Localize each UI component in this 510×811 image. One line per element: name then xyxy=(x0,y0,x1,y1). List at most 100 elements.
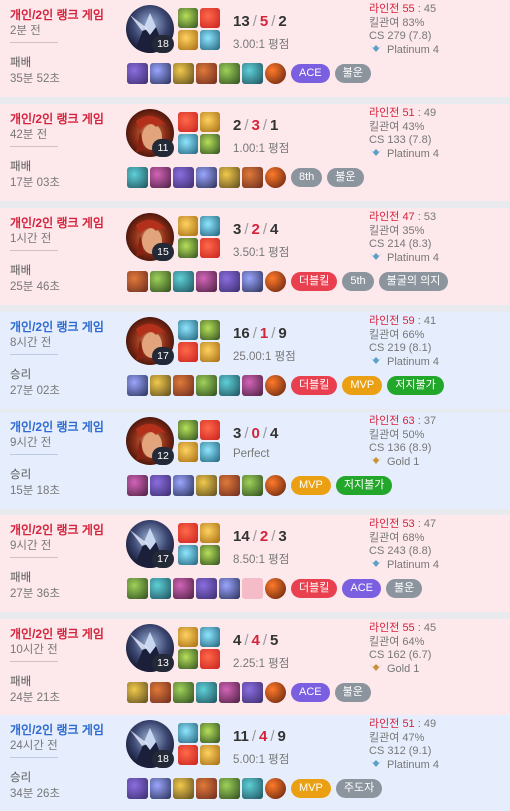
rune-icon[interactable] xyxy=(178,745,198,765)
item-icon[interactable] xyxy=(196,682,217,703)
summoner-spell-icon[interactable] xyxy=(200,523,220,543)
item-icon[interactable] xyxy=(219,475,240,496)
rune-icon[interactable] xyxy=(200,442,220,462)
item-icon[interactable] xyxy=(242,778,263,799)
summoner-spell-icon[interactable] xyxy=(200,627,220,647)
rune-icon[interactable] xyxy=(200,649,220,669)
ward-icon[interactable] xyxy=(265,578,286,599)
ward-icon[interactable] xyxy=(265,63,286,84)
item-icon[interactable] xyxy=(219,375,240,396)
summoner-spell-icon[interactable] xyxy=(178,420,198,440)
rune-icon[interactable] xyxy=(200,545,220,565)
rune-icon[interactable] xyxy=(200,30,220,50)
item-icon[interactable] xyxy=(242,167,263,188)
summoner-spell-icon[interactable] xyxy=(200,112,220,132)
match-card[interactable]: 개인/2인 랭크 게임 8시간 전 승리 27분 02초 17 16/1/9 25.00:1… xyxy=(0,312,510,409)
item-icon[interactable] xyxy=(196,475,217,496)
item-icon[interactable] xyxy=(219,271,240,292)
creep-score: CS 219 (8.1) xyxy=(369,342,432,354)
match-card[interactable]: 개인/2인 랭크 게임 24시간 전 승리 34분 26초 18 11/4/9 5.00:1… xyxy=(0,715,510,811)
item-icon[interactable] xyxy=(127,682,148,703)
match-card[interactable]: 개인/2인 랭크 게임 10시간 전 패배 24분 21초 13 4/4/5 2.25:1 … xyxy=(0,619,510,716)
ward-icon[interactable] xyxy=(265,271,286,292)
item-icon[interactable] xyxy=(173,682,194,703)
item-icon[interactable] xyxy=(127,475,148,496)
summoner-spell-icon[interactable] xyxy=(200,723,220,743)
kda-separator: / xyxy=(262,221,268,238)
item-icon[interactable] xyxy=(150,778,171,799)
item-icon[interactable] xyxy=(127,778,148,799)
match-card[interactable]: 개인/2인 랭크 게임 9시간 전 승리 15분 18초 12 3/0/4 Perfect 라… xyxy=(0,412,510,509)
kda-separator: / xyxy=(244,425,249,442)
summoner-spell-icon[interactable] xyxy=(178,320,198,340)
rune-icon[interactable] xyxy=(178,649,198,669)
item-icon[interactable] xyxy=(173,271,194,292)
item-icon[interactable] xyxy=(219,167,240,188)
item-icon[interactable] xyxy=(219,63,240,84)
rune-icon[interactable] xyxy=(200,238,220,258)
item-icon[interactable] xyxy=(173,778,194,799)
summoner-spell-icon[interactable] xyxy=(200,320,220,340)
match-card[interactable]: 개인/2인 랭크 게임 1시간 전 패배 25분 46초 15 3/2/4 3.50:1 평… xyxy=(0,208,510,305)
item-icon[interactable] xyxy=(242,63,263,84)
ward-icon[interactable] xyxy=(265,475,286,496)
item-icon[interactable] xyxy=(150,375,171,396)
item-icon[interactable] xyxy=(242,271,263,292)
match-card[interactable]: 개인/2인 랭크 게임 2분 전 패배 35분 52초 18 13/5/2 3.00:1 평… xyxy=(0,0,510,97)
item-icon[interactable] xyxy=(242,375,263,396)
item-icon[interactable] xyxy=(242,475,263,496)
summoner-spell-icon[interactable] xyxy=(200,216,220,236)
item-icon[interactable] xyxy=(150,475,171,496)
match-card[interactable]: 개인/2인 랭크 게임 42분 전 패배 17분 03초 11 2/3/1 1.00:1 평… xyxy=(0,104,510,201)
item-icon[interactable] xyxy=(150,682,171,703)
rune-icon[interactable] xyxy=(200,745,220,765)
item-icon[interactable] xyxy=(173,578,194,599)
ward-icon[interactable] xyxy=(265,682,286,703)
item-icon[interactable] xyxy=(242,682,263,703)
item-icon[interactable] xyxy=(196,271,217,292)
match-card[interactable]: 개인/2인 랭크 게임 9시간 전 패배 27분 36초 17 14/2/3 8.50:1 … xyxy=(0,515,510,612)
item-icon[interactable] xyxy=(150,271,171,292)
item-icon[interactable] xyxy=(196,778,217,799)
item-icon[interactable] xyxy=(219,778,240,799)
tier-label: Gold 1 xyxy=(387,663,420,675)
item-icon[interactable] xyxy=(127,167,148,188)
summoner-spell-icon[interactable] xyxy=(200,8,220,28)
ward-icon[interactable] xyxy=(265,167,286,188)
item-icon[interactable] xyxy=(127,578,148,599)
ward-icon[interactable] xyxy=(265,375,286,396)
item-icon[interactable] xyxy=(127,271,148,292)
item-icon[interactable] xyxy=(196,63,217,84)
item-icon[interactable] xyxy=(150,63,171,84)
item-icon[interactable] xyxy=(150,578,171,599)
item-icon[interactable] xyxy=(219,578,240,599)
rune-icon[interactable] xyxy=(178,442,198,462)
rune-icon[interactable] xyxy=(178,134,198,154)
summoner-spell-icon[interactable] xyxy=(178,627,198,647)
item-icon[interactable] xyxy=(127,375,148,396)
rune-icon[interactable] xyxy=(200,342,220,362)
item-icon[interactable] xyxy=(173,167,194,188)
summoner-spell-icon[interactable] xyxy=(178,112,198,132)
item-icon[interactable] xyxy=(196,578,217,599)
ward-icon[interactable] xyxy=(265,778,286,799)
summoner-spell-icon[interactable] xyxy=(178,8,198,28)
item-icon[interactable] xyxy=(173,375,194,396)
summoner-spell-icon[interactable] xyxy=(178,523,198,543)
item-icon[interactable] xyxy=(173,63,194,84)
summoner-spell-icon[interactable] xyxy=(178,723,198,743)
item-icon[interactable] xyxy=(219,682,240,703)
rune-icon[interactable] xyxy=(178,30,198,50)
rune-icon[interactable] xyxy=(200,134,220,154)
summoner-spell-icon[interactable] xyxy=(178,216,198,236)
item-icon[interactable] xyxy=(127,63,148,84)
summoner-spell-icon[interactable] xyxy=(200,420,220,440)
rune-icon[interactable] xyxy=(178,342,198,362)
item-icon[interactable] xyxy=(196,375,217,396)
rune-icon[interactable] xyxy=(178,238,198,258)
divider xyxy=(10,354,58,355)
item-icon[interactable] xyxy=(196,167,217,188)
item-icon[interactable] xyxy=(173,475,194,496)
item-icon[interactable] xyxy=(150,167,171,188)
rune-icon[interactable] xyxy=(178,545,198,565)
